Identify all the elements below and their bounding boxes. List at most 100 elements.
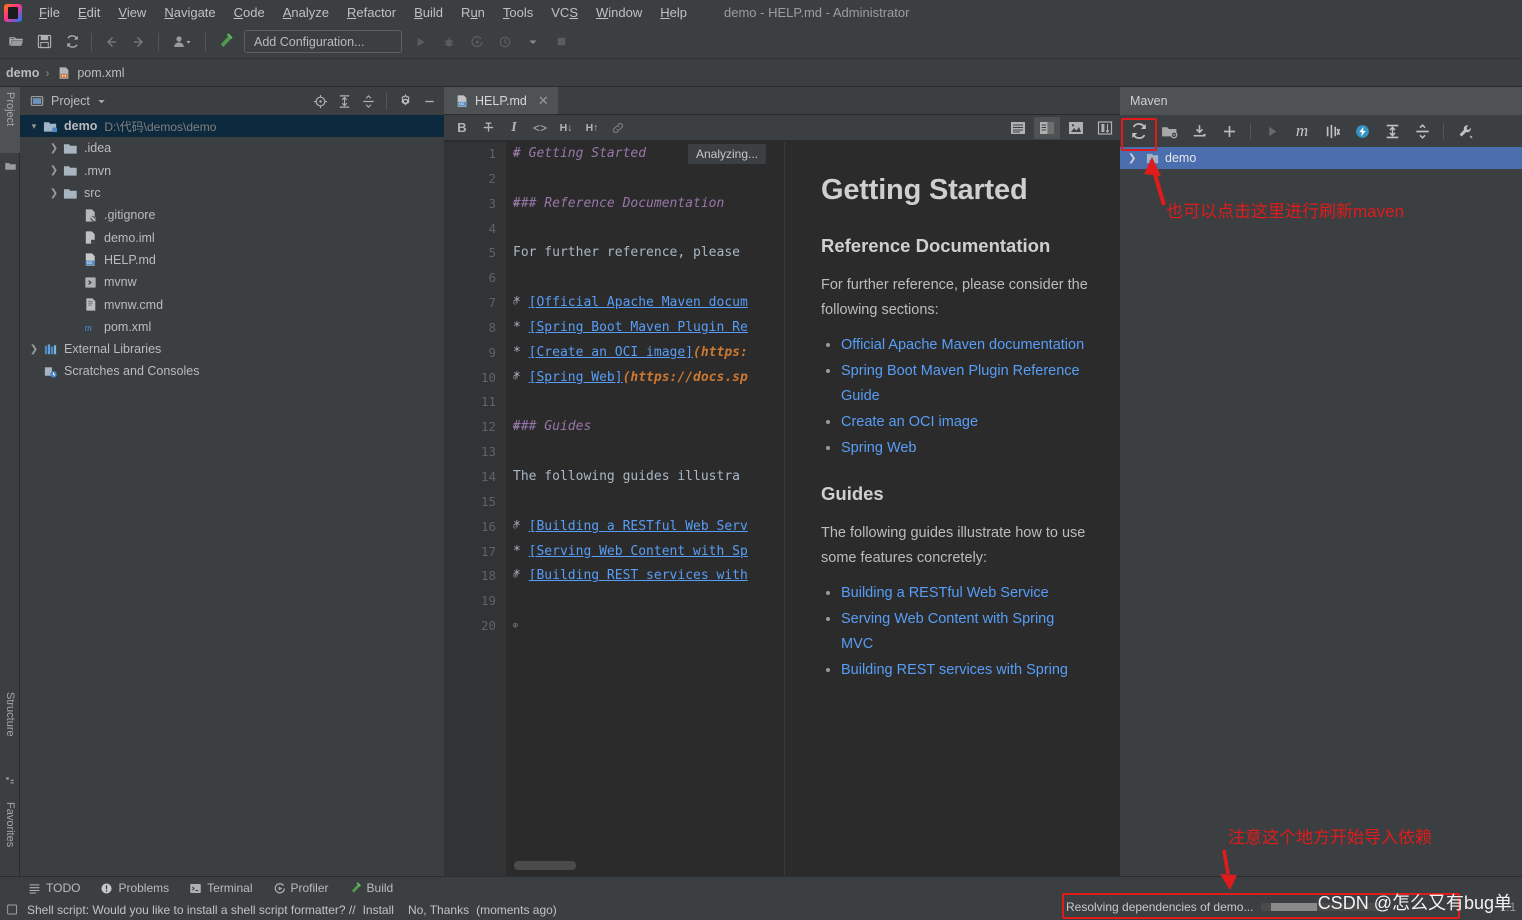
link-button[interactable] bbox=[606, 117, 630, 139]
tree-row-help-md[interactable]: MD HELP.md bbox=[20, 249, 444, 271]
run-coverage-icon[interactable] bbox=[464, 29, 490, 55]
bottom-tool-profiler[interactable]: Profiler bbox=[273, 881, 329, 895]
bottom-tool-terminal[interactable]: Terminal bbox=[189, 881, 253, 895]
arrow-right-icon[interactable] bbox=[126, 29, 152, 55]
italic-button[interactable]: I bbox=[502, 117, 526, 139]
menu-item-edit[interactable]: Edit bbox=[69, 2, 109, 23]
preview-link[interactable]: Building REST services with Spring bbox=[841, 658, 1090, 683]
menu-item-file[interactable]: File bbox=[30, 2, 69, 23]
chevron-right-icon[interactable]: ❯ bbox=[46, 165, 62, 176]
code-button[interactable]: <> bbox=[528, 117, 552, 139]
gear-settings-icon[interactable] bbox=[394, 90, 416, 112]
hammer-build-icon[interactable] bbox=[212, 29, 238, 55]
horizontal-scrollbar[interactable] bbox=[514, 861, 576, 870]
user-profile-icon[interactable] bbox=[165, 29, 199, 55]
bottom-tool-build[interactable]: Build bbox=[349, 881, 393, 895]
tree-row-external-libraries[interactable]: ❯ External Libraries bbox=[20, 338, 444, 360]
sidebar-item-structure[interactable]: Structure bbox=[0, 687, 20, 767]
strikethrough-button[interactable] bbox=[476, 117, 500, 139]
sync-refresh-icon[interactable] bbox=[59, 29, 85, 55]
sidebar-item-project[interactable]: Project bbox=[0, 87, 20, 153]
preview-link[interactable]: Official Apache Maven documentation bbox=[841, 333, 1090, 358]
toggle-offline-mode-button[interactable] bbox=[1348, 118, 1376, 144]
debug-bug-icon[interactable] bbox=[436, 29, 462, 55]
execute-maven-goal-button[interactable]: m bbox=[1288, 118, 1316, 144]
menu-item-run[interactable]: Run bbox=[452, 2, 494, 23]
preview-link[interactable]: Building a RESTful Web Service bbox=[841, 581, 1090, 606]
menu-item-navigate[interactable]: Navigate bbox=[155, 2, 224, 23]
menu-item-analyze[interactable]: Analyze bbox=[274, 2, 338, 23]
breadcrumb-item-demo[interactable]: demo bbox=[6, 66, 39, 80]
heading-down-button[interactable]: H↓ bbox=[554, 117, 578, 139]
project-file-tree[interactable]: ▾ demo D:\代码\demos\demo ❯ .idea ❯ .mvn ❯ src .git… bbox=[20, 115, 444, 876]
event-log-icon[interactable] bbox=[6, 903, 19, 916]
chevron-down-icon[interactable] bbox=[97, 97, 106, 106]
open-folder-icon[interactable] bbox=[3, 29, 29, 55]
tree-row-demo-iml[interactable]: demo.iml bbox=[20, 226, 444, 248]
split-layout-toggle[interactable] bbox=[1092, 117, 1118, 139]
run-configuration-selector[interactable]: Add Configuration... bbox=[244, 30, 402, 53]
breadcrumb-item-pom[interactable]: pom.xml bbox=[77, 66, 124, 80]
menu-item-code[interactable]: Code bbox=[225, 2, 274, 23]
close-icon[interactable]: ✕ bbox=[538, 93, 549, 109]
generate-sources-button[interactable] bbox=[1155, 118, 1183, 144]
bottom-tool-label: TODO bbox=[46, 881, 81, 895]
preview-link[interactable]: Serving Web Content with Spring MVC bbox=[841, 607, 1090, 657]
menu-item-help[interactable]: Help bbox=[651, 2, 696, 23]
chevron-right-icon[interactable]: ❯ bbox=[26, 344, 42, 355]
download-sources-button[interactable] bbox=[1185, 118, 1213, 144]
heading-up-button[interactable]: H↑ bbox=[580, 117, 604, 139]
add-maven-project-button[interactable] bbox=[1215, 118, 1243, 144]
status-action-dismiss[interactable]: No, Thanks bbox=[408, 903, 469, 917]
expand-all-icon[interactable] bbox=[333, 90, 355, 112]
expand-all-button[interactable] bbox=[1378, 118, 1406, 144]
tree-row-src[interactable]: ❯ src bbox=[20, 182, 444, 204]
menu-item-build[interactable]: Build bbox=[405, 2, 452, 23]
arrow-left-icon[interactable] bbox=[98, 29, 124, 55]
tree-row-demo[interactable]: ▾ demo D:\代码\demos\demo bbox=[20, 115, 444, 138]
preview-link[interactable]: Create an OCI image bbox=[841, 410, 1090, 435]
profiler-run-icon[interactable] bbox=[492, 29, 518, 55]
show-preview-only-toggle[interactable] bbox=[1063, 117, 1089, 139]
tree-row-mvnw[interactable]: mvnw bbox=[20, 271, 444, 293]
menu-item-window[interactable]: Window bbox=[587, 2, 651, 23]
sidebar-item-favorites[interactable]: Favorites bbox=[0, 797, 20, 873]
stop-square-icon[interactable] bbox=[548, 29, 574, 55]
tree-row--mvn[interactable]: ❯ .mvn bbox=[20, 160, 444, 182]
save-icon[interactable] bbox=[31, 29, 57, 55]
editor-tab-help-md[interactable]: MD HELP.md ✕ bbox=[444, 87, 558, 114]
menu-item-vcs[interactable]: VCS bbox=[542, 2, 587, 23]
run-maven-build-button[interactable] bbox=[1258, 118, 1286, 144]
minimize-icon[interactable] bbox=[418, 90, 440, 112]
code-content[interactable]: # Getting Started ### Reference Document… bbox=[506, 142, 784, 876]
maven-settings-button[interactable] bbox=[1451, 118, 1479, 144]
menu-item-refactor[interactable]: Refactor bbox=[338, 2, 405, 23]
collapse-all-icon[interactable] bbox=[357, 90, 379, 112]
preview-link[interactable]: Spring Boot Maven Plugin Reference Guide bbox=[841, 359, 1090, 409]
status-action-install[interactable]: Install bbox=[363, 903, 394, 917]
reload-all-maven-projects-button[interactable] bbox=[1125, 118, 1153, 144]
menu-item-tools[interactable]: Tools bbox=[494, 2, 542, 23]
bold-button[interactable]: B bbox=[450, 117, 474, 139]
locate-target-icon[interactable] bbox=[309, 90, 331, 112]
collapse-all-button[interactable] bbox=[1408, 118, 1436, 144]
markdown-source-editor[interactable]: 1 ⊖ 2 3 ⊖ 4 5 6 7 ⊖ 8 9 10 ⊕ 11 12 ⊖ 13 14 15 16 ⊖ 17 18 ⊕ 19 20 ⊕ … bbox=[444, 142, 784, 876]
tree-row-pom-xml[interactable]: m pom.xml bbox=[20, 316, 444, 338]
show-editor-only-toggle[interactable] bbox=[1005, 117, 1031, 139]
tree-row-scratches-and-consoles[interactable]: Scratches and Consoles bbox=[20, 360, 444, 382]
show-editor-and-preview-toggle[interactable] bbox=[1034, 117, 1060, 139]
bottom-tool-problems[interactable]: Problems bbox=[100, 881, 169, 895]
preview-link[interactable]: Spring Web bbox=[841, 436, 1090, 461]
chevron-right-icon[interactable]: ❯ bbox=[46, 188, 62, 199]
menu-item-view[interactable]: View bbox=[109, 2, 155, 23]
chevron-down-icon[interactable]: ▾ bbox=[26, 121, 42, 132]
bottom-tool-todo[interactable]: TODO bbox=[28, 881, 80, 895]
toggle-skip-tests-button[interactable] bbox=[1318, 118, 1346, 144]
tree-row--idea[interactable]: ❯ .idea bbox=[20, 137, 444, 159]
tree-row-mvnw-cmd[interactable]: mvnw.cmd bbox=[20, 293, 444, 315]
chevron-right-icon[interactable]: ❯ bbox=[46, 143, 62, 154]
run-play-icon[interactable] bbox=[408, 29, 434, 55]
tree-row--gitignore[interactable]: .gitignore bbox=[20, 204, 444, 226]
project-panel-title-group[interactable]: Project bbox=[30, 94, 106, 108]
chevron-down-icon[interactable] bbox=[520, 29, 546, 55]
